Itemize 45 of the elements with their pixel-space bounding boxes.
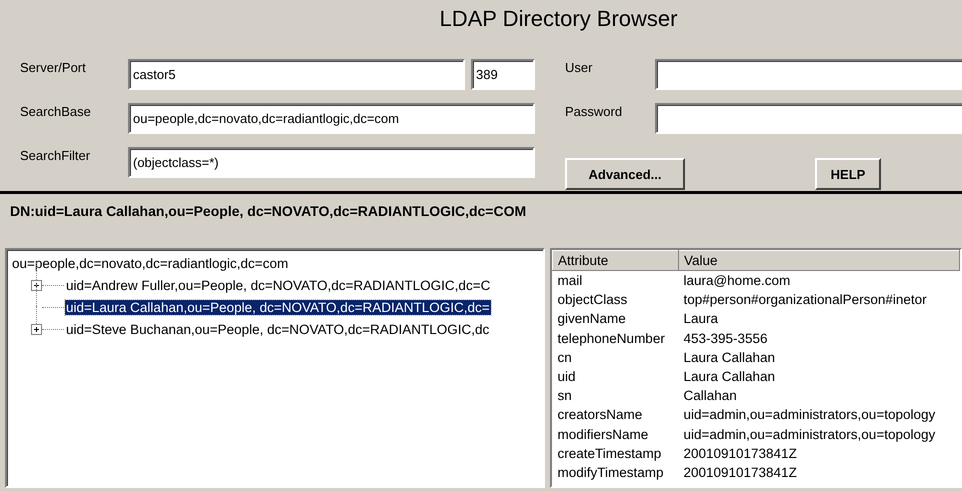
table-cell-text: uid=admin,ou=administrators,ou=topology (682, 406, 936, 424)
table-cell-text: Callahan (682, 387, 738, 406)
column-header[interactable]: Value (678, 250, 960, 270)
tree-item[interactable]: uid=Steve Buchanan,ou=People, dc=NOVATO,dc=RADIANTLOGIC,dc (65, 322, 490, 336)
dn-label: DN:uid=Laura Callahan,ou=People, dc=NOVATO,dc=RADIANTLOGIC,dc=COM (9, 202, 526, 221)
expand-icon[interactable] (31, 324, 42, 334)
table-cell-text: modifyTimestamp (556, 464, 665, 482)
table-cell-text: givenName (556, 310, 627, 328)
table-cell-text: Laura (682, 310, 719, 328)
table-cell-text: 20010910173841Z (682, 444, 798, 463)
field-label: User (565, 59, 594, 75)
field-label: Server/Port (20, 59, 87, 75)
table-cell: mail (552, 270, 678, 290)
search-filter-field[interactable]: (objectclass=*) (128, 147, 535, 178)
table-cell-text: sn (556, 387, 573, 406)
column-header[interactable]: Attribute (552, 250, 678, 270)
table-cell-text: cn (556, 348, 573, 367)
window-title: LDAP Directory Browser (438, 5, 678, 33)
password-field[interactable] (655, 103, 962, 134)
field-label: SearchFilter (20, 147, 92, 163)
port-field[interactable]: 389 (471, 59, 535, 90)
help-button[interactable]: HELP (815, 158, 881, 190)
tree-item[interactable]: uid=Laura Callahan,ou=People, dc=NOVATO,dc=RADIANTLOGIC,dc= (65, 300, 491, 314)
expand-icon[interactable] (31, 280, 42, 290)
tree-root-item[interactable]: ou=people,dc=novato,dc=radiantlogic,dc=com (11, 256, 290, 270)
search-base-field[interactable]: ou=people,dc=novato,dc=radiantlogic,dc=com (128, 103, 535, 134)
user-field[interactable] (655, 59, 962, 90)
table-cell-text: uid=admin,ou=administrators,ou=topology (682, 426, 936, 444)
table-cell-text: modifiersName (556, 426, 650, 444)
table-cell-text: uid (556, 368, 577, 386)
table-cell-text: 20010910173841Z (682, 464, 798, 482)
table-cell-text: Laura Callahan (682, 348, 776, 367)
field-label: Password (565, 103, 624, 119)
tree-item[interactable]: uid=Andrew Fuller,ou=People, dc=NOVATO,dc=RADIANTLOGIC,dc=C (65, 278, 492, 292)
table-cell-text: createTimestamp (556, 444, 662, 463)
table-cell-text: creatorsName (556, 406, 644, 424)
advanced-button[interactable]: Advanced... (565, 158, 685, 190)
table-cell-text: top#person#organizationalPerson#inetor (682, 291, 928, 310)
table-cell-text: telephoneNumber (556, 330, 666, 348)
table-cell-text: objectClass (556, 291, 628, 310)
server-field[interactable]: castor5 (128, 59, 465, 90)
table-cell: laura@home.com (678, 270, 960, 290)
table-cell-text: 453-395-3556 (682, 330, 769, 348)
table-cell-text: Laura Callahan (682, 368, 776, 386)
field-label: SearchBase (20, 103, 92, 119)
